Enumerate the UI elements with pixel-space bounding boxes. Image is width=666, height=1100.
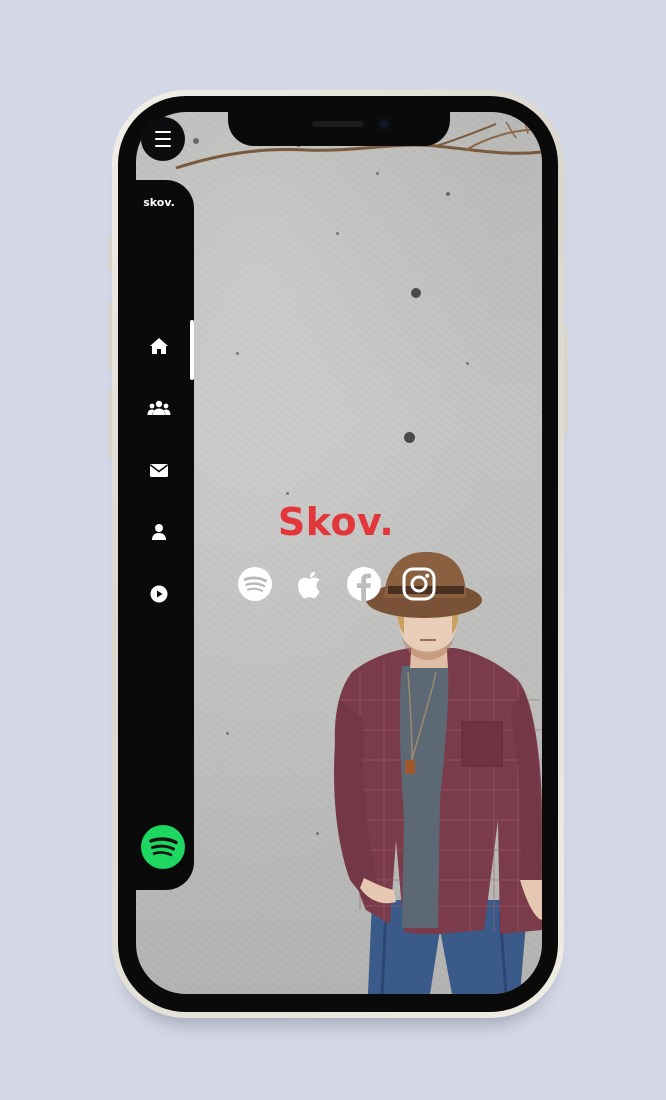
nav-item-contact[interactable] [147,458,171,482]
facebook-icon [347,567,381,601]
user-icon [152,524,166,540]
spotify-player-button[interactable] [141,825,185,869]
social-link-spotify[interactable] [237,566,273,602]
home-icon [150,338,168,354]
nav-item-users[interactable] [147,396,171,420]
mail-icon [150,463,168,477]
social-link-apple-music[interactable] [292,566,328,602]
nav-item-home[interactable] [147,334,171,358]
apple-icon [298,571,320,599]
users-icon [147,400,171,415]
spotify-icon [238,567,272,601]
menu-icon-bar [155,138,171,140]
artist-name-title: Skov. [277,500,395,544]
front-camera [377,117,391,131]
nav-item-videos[interactable] [147,582,171,606]
nav-active-indicator [190,320,194,380]
artist-photo [334,552,542,994]
spotify-icon [141,825,185,869]
instagram-icon [402,567,436,601]
social-link-facebook[interactable] [346,566,382,602]
brand-logo[interactable]: skov. [136,196,182,209]
menu-icon-bar [155,145,171,147]
phone-speaker [312,121,364,127]
nav-item-profile[interactable] [147,520,171,544]
menu-icon-bar [155,131,171,133]
social-link-instagram[interactable] [401,566,437,602]
play-icon [150,585,168,603]
menu-button[interactable] [141,117,185,161]
